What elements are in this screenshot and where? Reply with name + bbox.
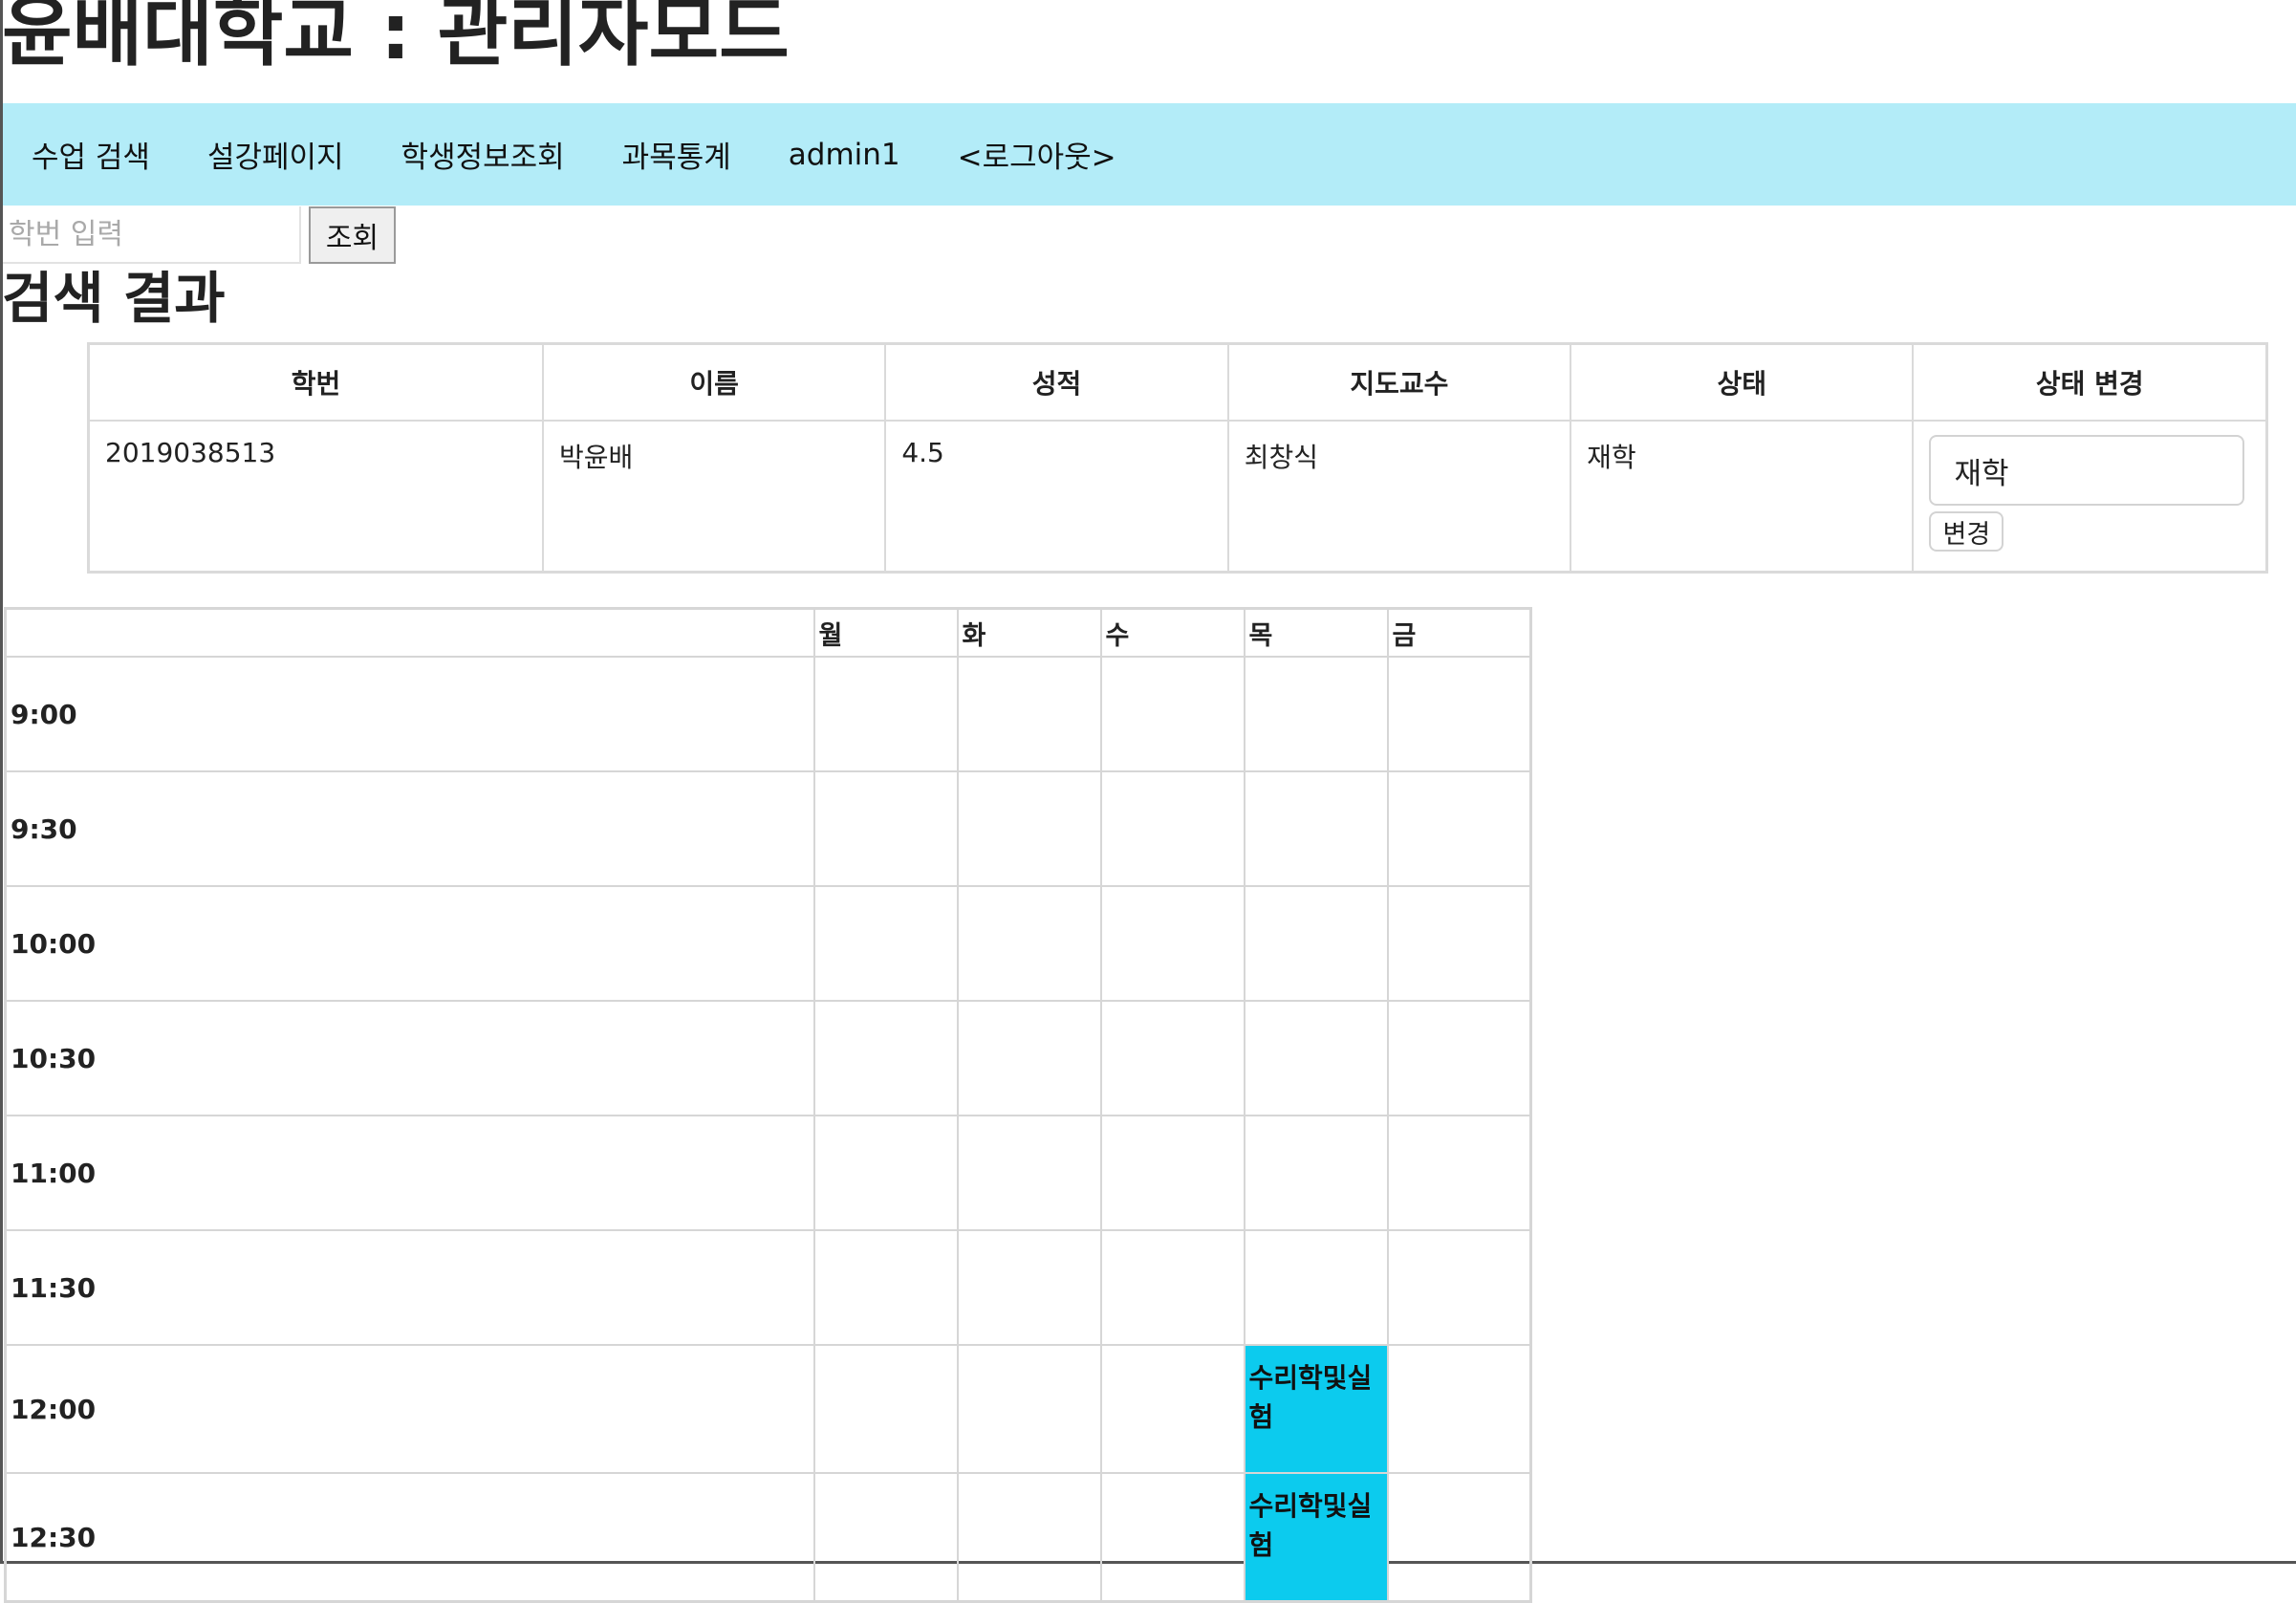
timetable-cell-thu: [1243, 885, 1389, 1002]
timetable-cell-thu: [1243, 770, 1389, 887]
day-tue: 화: [956, 607, 1102, 658]
timetable-cell-tue: [956, 1229, 1102, 1346]
timetable-cell-wed: [1099, 1115, 1245, 1231]
timetable-cell-mon: [812, 1115, 959, 1231]
timetable-cell-fri: [1386, 1229, 1532, 1346]
timetable-row: 12:00 수리학및실험: [4, 1344, 1532, 1474]
timetable-cell-tue: [956, 656, 1102, 772]
nav-logout[interactable]: <로그아웃>: [929, 133, 1145, 176]
timetable-cell-thu: [1243, 656, 1389, 772]
header-status: 상태: [1570, 342, 1915, 422]
student-table-header: 학번 이름 성적 지도교수 상태 상태 변경: [87, 342, 2268, 422]
timetable-cell-tue: [956, 1472, 1102, 1603]
time-label: 9:30: [4, 770, 815, 887]
timetable-cell-wed: [1099, 885, 1245, 1002]
timetable-cell-fri: [1386, 656, 1532, 772]
time-label: 10:30: [4, 1000, 815, 1116]
timetable-cell-mon: [812, 1229, 959, 1346]
timetable-cell-wed: [1099, 770, 1245, 887]
timetable-cell-fri: [1386, 1115, 1532, 1231]
time-label: 11:00: [4, 1115, 815, 1231]
timetable-cell-thu: [1243, 1115, 1389, 1231]
timetable-row: 12:30 수리학및실험: [4, 1472, 1532, 1603]
timetable-cell-wed: [1099, 1229, 1245, 1346]
search-button[interactable]: 조회: [309, 206, 396, 264]
timetable-row: 11:00: [4, 1115, 1532, 1231]
timetable-cell-fri: [1386, 1344, 1532, 1474]
header-name: 이름: [541, 342, 887, 422]
timetable-corner: [4, 607, 815, 658]
main-nav: 수업 검색 설강페이지 학생정보조회 과목통계 admin1 <로그아웃>: [3, 103, 2296, 206]
cell-grade: 4.5: [884, 420, 1229, 573]
cell-student-id: 2019038513: [87, 420, 544, 573]
timetable-cell-tue: [956, 1344, 1102, 1474]
timetable-row: 11:30: [4, 1229, 1532, 1346]
cell-status-change: 변경: [1912, 420, 2268, 573]
table-row: 2019038513 박윤배 4.5 최창식 재학 변경: [87, 420, 2268, 573]
time-label: 12:30: [4, 1472, 815, 1603]
timetable-cell-wed: [1099, 1000, 1245, 1116]
cell-advisor: 최창식: [1226, 420, 1572, 573]
timetable-cell-tue: [956, 885, 1102, 1002]
time-label: 10:00: [4, 885, 815, 1002]
day-thu: 목: [1243, 607, 1389, 658]
timetable-cell-mon: [812, 1472, 959, 1603]
change-status-button[interactable]: 변경: [1929, 511, 2004, 552]
timetable-cell-fri: [1386, 770, 1532, 887]
result-heading: 검색 결과: [2, 266, 226, 331]
nav-admin-user[interactable]: admin1: [760, 138, 929, 172]
student-table: 학번 이름 성적 지도교수 상태 상태 변경 2019038513 박윤배 4.…: [87, 342, 2268, 574]
timetable-cell-wed: [1099, 656, 1245, 772]
site-title: 윤배대학교 : 관리자모드: [2, 0, 790, 76]
timetable-cell-fri: [1386, 1472, 1532, 1603]
header-advisor: 지도교수: [1226, 342, 1572, 422]
nav-student-info[interactable]: 학생정보조회: [373, 133, 594, 176]
timetable-cell-wed: [1099, 1472, 1245, 1603]
cell-status: 재학: [1570, 420, 1915, 573]
class-block: 수리학및실험: [1243, 1472, 1389, 1603]
timetable-cell-mon: [812, 770, 959, 887]
class-block: 수리학및실험: [1243, 1344, 1389, 1474]
timetable-cell-fri: [1386, 885, 1532, 1002]
nav-class-search[interactable]: 수업 검색: [3, 133, 179, 176]
time-label: 11:30: [4, 1229, 815, 1346]
timetable-cell-fri: [1386, 1000, 1532, 1116]
timetable-cell-thu: [1243, 1229, 1389, 1346]
day-wed: 수: [1099, 607, 1245, 658]
timetable-cell-mon: [812, 1000, 959, 1116]
timetable-cell-tue: [956, 1000, 1102, 1116]
timetable: 월 화 수 목 금 9:00 9:30 10:00 10:30 11:00 11:30 12…: [4, 607, 1532, 1603]
timetable-cell-mon: [812, 656, 959, 772]
timetable-cell-tue: [956, 770, 1102, 887]
timetable-cell-mon: [812, 885, 959, 1002]
timetable-cell-mon: [812, 1344, 959, 1474]
timetable-cell-thu: [1243, 1000, 1389, 1116]
nav-course-stats[interactable]: 과목통계: [594, 133, 760, 176]
nav-course-open[interactable]: 설강페이지: [179, 133, 373, 176]
status-field[interactable]: [1929, 435, 2245, 506]
day-fri: 금: [1386, 607, 1532, 658]
timetable-cell-tue: [956, 1115, 1102, 1231]
timetable-row: 10:30: [4, 1000, 1532, 1116]
cell-name: 박윤배: [541, 420, 887, 573]
time-label: 12:00: [4, 1344, 815, 1474]
time-label: 9:00: [4, 656, 815, 772]
header-student-id: 학번: [87, 342, 544, 422]
timetable-header: 월 화 수 목 금: [4, 607, 1532, 658]
header-grade: 성적: [884, 342, 1229, 422]
timetable-row: 9:00: [4, 656, 1532, 772]
timetable-row: 9:30: [4, 770, 1532, 887]
day-mon: 월: [812, 607, 959, 658]
timetable-cell-wed: [1099, 1344, 1245, 1474]
header-status-change: 상태 변경: [1912, 342, 2268, 422]
timetable-row: 10:00: [4, 885, 1532, 1002]
